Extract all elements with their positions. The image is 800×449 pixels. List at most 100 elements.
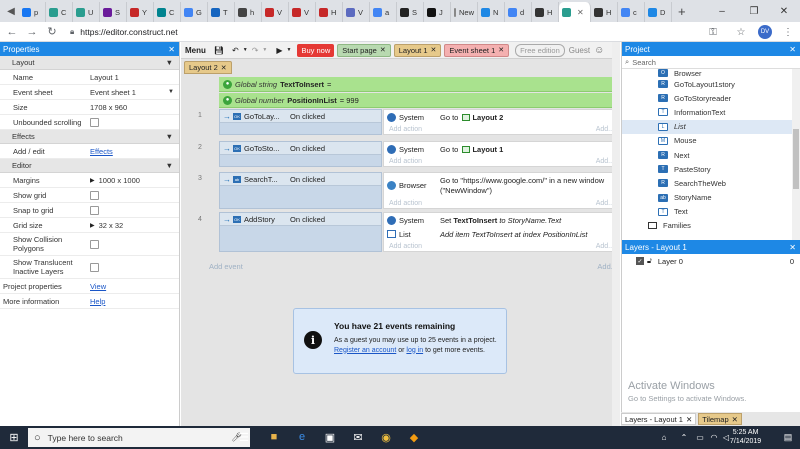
global-variable-row[interactable]: ● Global string TextToInsert = (219, 77, 619, 92)
global-variable-row[interactable]: ● Global number PositionInList = 999 (219, 93, 619, 108)
project-item[interactable]: R Next (622, 148, 800, 162)
snap-to-grid-checkbox[interactable] (90, 205, 99, 215)
close-window-button[interactable]: ✕ (768, 0, 800, 22)
project-item[interactable]: R GoToStoryreader (622, 91, 800, 105)
project-scrollbar[interactable] (792, 69, 800, 240)
add-action-link[interactable]: Add action (389, 243, 422, 250)
browser-tab[interactable]: c (618, 2, 645, 22)
browser-tab[interactable]: S (100, 2, 127, 22)
add-event-row[interactable]: Add event Add... (209, 262, 617, 271)
condition-row[interactable]: → OK AddStory On clicked (220, 213, 381, 226)
expand-arrow-icon[interactable]: ▶ (90, 222, 95, 229)
prop-margins-value[interactable]: 1000 x 1000 (99, 176, 140, 185)
profile-avatar[interactable]: DV (758, 22, 772, 42)
store-icon[interactable]: ▣ (322, 429, 338, 445)
lock-icon[interactable]: 🔓︎ (647, 256, 652, 266)
browser-tab[interactable]: J (424, 2, 451, 22)
event-conditions[interactable]: → OK AddStory On clicked (219, 212, 382, 252)
chrome-icon[interactable]: ◉ (378, 429, 394, 445)
add-action-row[interactable]: Add action Add... (384, 156, 618, 167)
tab-start-page[interactable]: Start page ✕ (337, 43, 391, 57)
browser-tab[interactable]: New (451, 2, 478, 22)
tab-event-sheet-1[interactable]: Event sheet 1 ✕ (444, 43, 510, 57)
condition-row[interactable]: → OK GoToSto... On clicked (220, 142, 381, 155)
view-link[interactable]: View (90, 282, 106, 291)
menu-button[interactable]: Menu (185, 46, 206, 55)
buy-now-button[interactable]: Buy now (297, 43, 335, 57)
project-item[interactable]: T Text (622, 205, 800, 219)
browser-tab[interactable]: V (262, 2, 289, 22)
center-scrollbar[interactable] (612, 42, 620, 426)
user-icon[interactable]: ☺ (594, 45, 604, 56)
event-conditions[interactable]: → OK GoToSto... On clicked (219, 141, 382, 167)
windows-start-icon[interactable]: ⊞ (6, 429, 22, 445)
tab-layout-2[interactable]: Layout 2 ✕ (184, 61, 232, 74)
browser-tab[interactable]: p (19, 2, 46, 22)
browser-tab[interactable]: Y (127, 2, 154, 22)
project-item[interactable]: M Mouse (622, 134, 800, 148)
layer-visible-checkbox[interactable]: ✓ (636, 257, 644, 265)
close-tab-icon[interactable]: ✕ (498, 46, 504, 54)
show-translucent-checkbox[interactable] (90, 262, 99, 272)
browser-tab[interactable]: H (316, 2, 343, 22)
browser-tab[interactable]: U (73, 2, 100, 22)
close-layers-icon[interactable]: ✕ (789, 243, 796, 252)
add-action-row[interactable]: Add action Add... (384, 241, 618, 252)
close-tab-icon[interactable]: ✕ (380, 46, 386, 54)
event-conditions[interactable]: → ab SearchT... On clicked (219, 172, 382, 209)
back-icon[interactable]: ← (4, 24, 20, 40)
file-explorer-icon[interactable]: ■ (266, 429, 282, 445)
browser-tab[interactable]: C (154, 2, 181, 22)
tab-tilemap[interactable]: Tilemap ✕ (698, 413, 742, 425)
play-dropdown-icon[interactable]: ▼ (287, 47, 292, 53)
tray-chevron-icon[interactable]: ⌃ (676, 429, 692, 445)
login-link[interactable]: log in (406, 347, 423, 354)
save-icon[interactable]: 💾︎ (214, 46, 224, 55)
redo-icon[interactable]: ↷ (252, 46, 259, 55)
effects-link[interactable]: Effects (90, 147, 113, 156)
layer-row[interactable]: ✓ 🔓︎ Layer 0 0 (622, 254, 800, 268)
browser-tab[interactable]: N (478, 2, 505, 22)
show-collision-checkbox[interactable] (90, 239, 99, 249)
event-conditions[interactable]: → OK GoToLay... On clicked (219, 109, 382, 135)
condition-row[interactable]: → ab SearchT... On clicked (220, 173, 381, 186)
notifications-icon[interactable]: ▤ (780, 429, 796, 445)
prop-grid-size-value[interactable]: 32 x 32 (99, 221, 124, 230)
expand-arrow-icon[interactable]: ▶ (90, 177, 95, 184)
new-tab-button[interactable]: + (678, 4, 686, 19)
edge-icon[interactable]: e (294, 429, 310, 445)
maximize-button[interactable]: ❐ (738, 0, 770, 22)
app-icon[interactable]: ◆ (406, 429, 422, 445)
taskbar-search[interactable]: ○ Type here to search 🎤︎ (28, 428, 250, 447)
condition-row[interactable]: → OK GoToLay... On clicked (220, 110, 381, 123)
url-field[interactable]: 🔒︎ https://editor.construct.net (70, 27, 178, 37)
close-tab-icon[interactable]: ✕ (221, 64, 227, 72)
add-action-row[interactable]: Add action Add... (384, 198, 618, 209)
browser-tab[interactable]: S (397, 2, 424, 22)
section-effects[interactable]: Effects ▼ (0, 130, 179, 144)
mail-icon[interactable]: ✉ (350, 429, 366, 445)
browser-tab[interactable]: V (343, 2, 370, 22)
browser-tab[interactable]: d (505, 2, 532, 22)
close-tab-icon[interactable]: ✕ (431, 46, 437, 54)
close-tab-icon[interactable]: ✕ (732, 415, 738, 424)
project-item[interactable]: R GoToLayout1story (622, 77, 800, 91)
project-item[interactable]: T PasteStory (622, 162, 800, 176)
reload-icon[interactable]: ↻ (44, 24, 60, 40)
help-link[interactable]: Help (90, 297, 105, 306)
browser-tab[interactable]: a (370, 2, 397, 22)
add-action-row[interactable]: Add action Add... (384, 124, 618, 135)
section-editor[interactable]: Editor ▼ (0, 159, 179, 173)
add-action-link[interactable]: Add action (389, 200, 422, 207)
browser-tab[interactable]: G (181, 2, 208, 22)
project-item[interactable]: T InformationText (622, 105, 800, 119)
key-icon[interactable]: ⚿ (706, 22, 720, 42)
close-tab-icon[interactable]: ✕ (577, 8, 584, 17)
project-item[interactable]: R SearchTheWeb (622, 176, 800, 190)
action-row[interactable]: System Set TextToInsert to StoryName.Text (384, 213, 618, 227)
add-event-link[interactable]: Add event (209, 262, 243, 271)
register-link[interactable]: Register an account (334, 347, 396, 354)
star-icon[interactable]: ☆ (734, 22, 748, 42)
action-row[interactable]: System Go to Layout 1 (384, 142, 618, 156)
add-action-link[interactable]: Add action (389, 158, 422, 165)
